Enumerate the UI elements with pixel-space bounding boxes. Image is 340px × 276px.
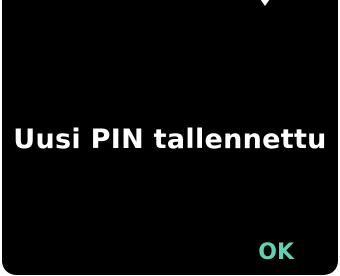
status-message: Uusi PIN tallennettu [13, 124, 327, 155]
ok-button[interactable]: OK [258, 240, 294, 265]
device-screen: Uusi PIN tallennettu OK [2, 0, 338, 275]
down-arrow-icon [258, 0, 272, 6]
